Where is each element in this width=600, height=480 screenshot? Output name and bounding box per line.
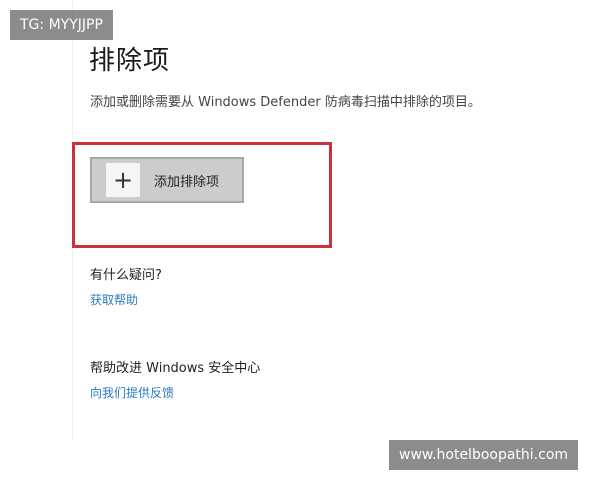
add-exclusion-button[interactable]: + 添加排除项 — [90, 157, 244, 203]
watermark-bottom-right: www.hotelboopathi.com — [389, 440, 579, 470]
watermark-top-left: TG: MYYJJPP — [10, 10, 113, 40]
feedback-link[interactable]: 向我们提供反馈 — [90, 384, 174, 401]
page-title: 排除项 — [89, 46, 171, 76]
get-help-link[interactable]: 获取帮助 — [90, 291, 138, 308]
improve-heading: 帮助改进 Windows 安全中心 — [90, 361, 261, 376]
help-heading: 有什么疑问? — [90, 268, 162, 283]
exclusions-page: 排除项 添加或删除需要从 Windows Defender 防病毒扫描中排除的项… — [0, 0, 600, 480]
plus-icon: + — [106, 163, 140, 197]
page-description: 添加或删除需要从 Windows Defender 防病毒扫描中排除的项目。 — [90, 95, 481, 110]
add-exclusion-label: 添加排除项 — [154, 174, 220, 190]
